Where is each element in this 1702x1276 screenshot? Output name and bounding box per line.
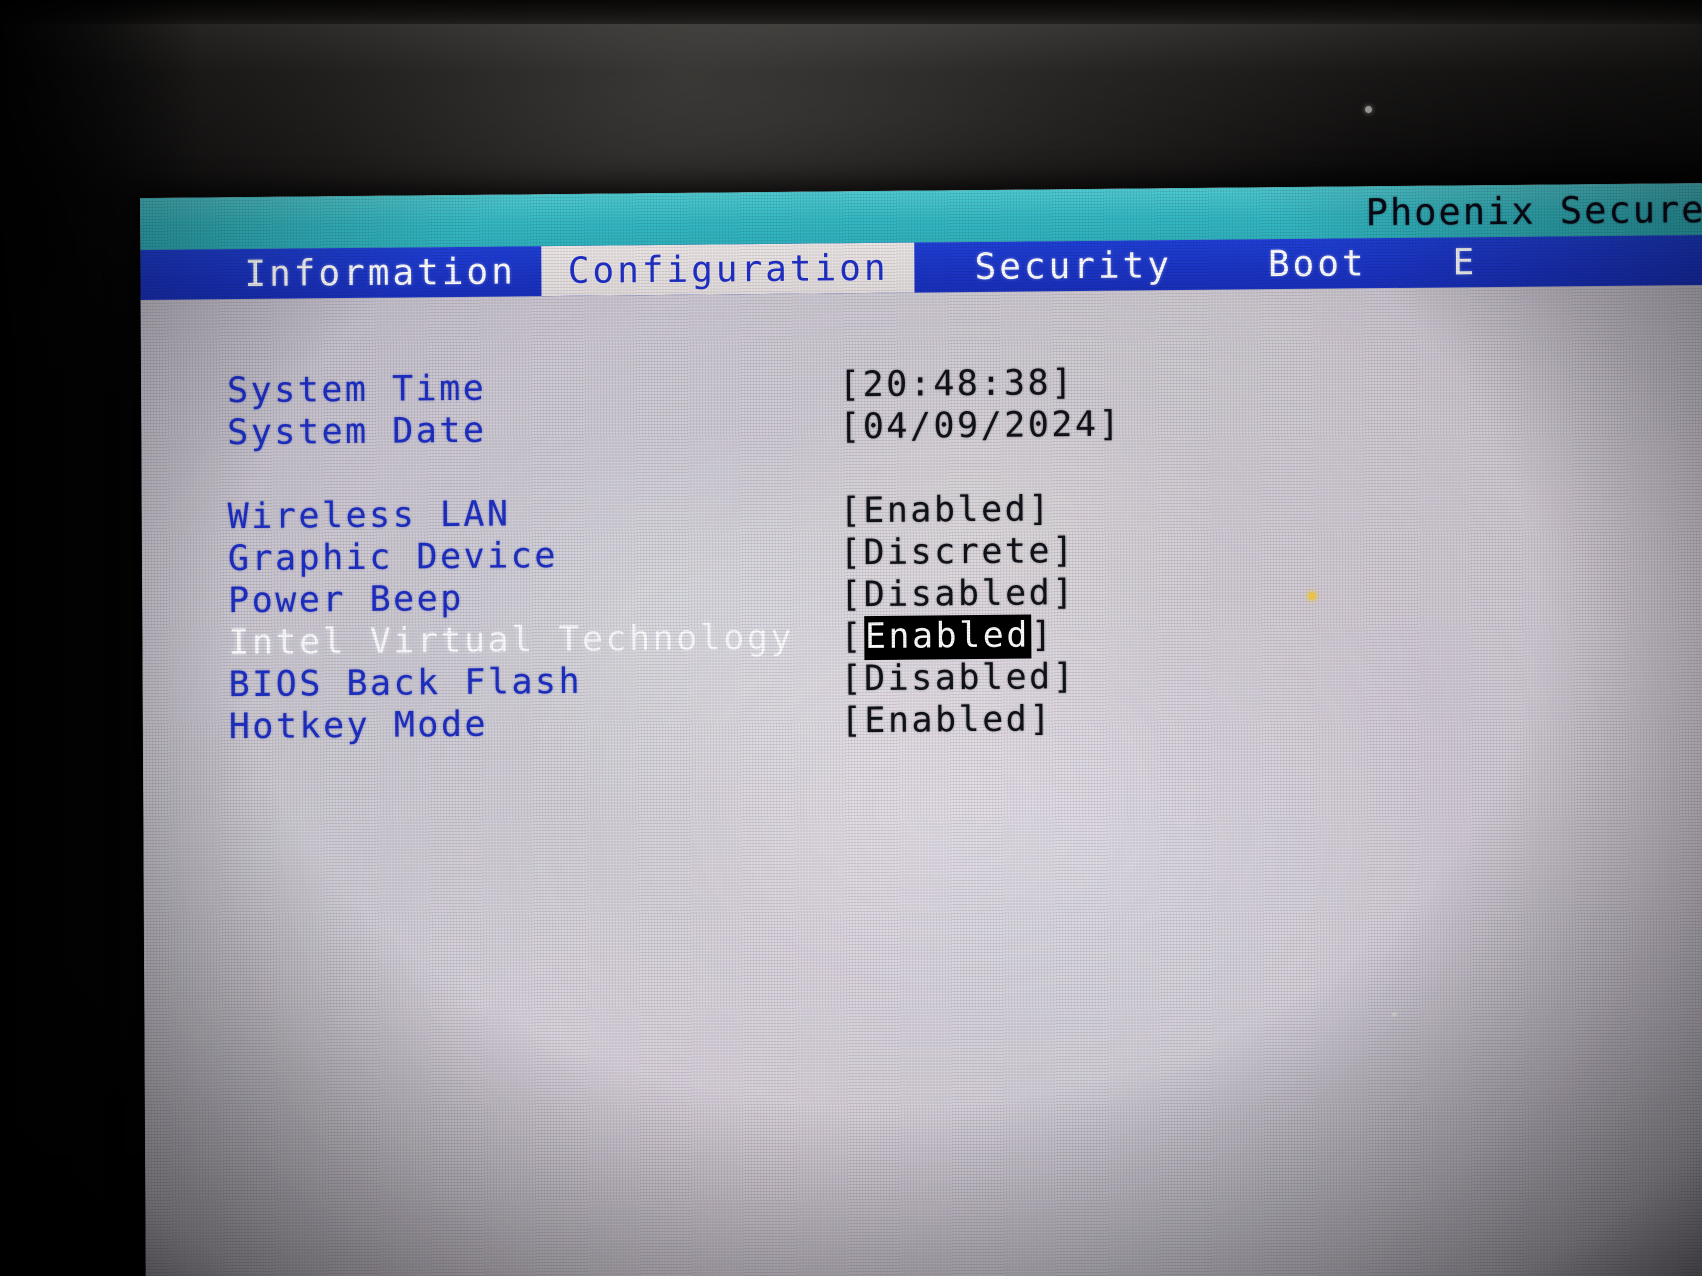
tab-boot[interactable]: Boot (1198, 238, 1393, 290)
bracket-open: [ (840, 617, 864, 658)
setting-label-system-time: System Time (226, 368, 487, 412)
lcd-panel: Phoenix SecureCo Information Configurati… (140, 182, 1702, 1276)
setting-label-power-beep: Power Beep (228, 578, 464, 622)
bracket-close: ] (1051, 531, 1076, 572)
value-text: Enabled (864, 699, 1030, 742)
value-text: Disabled (863, 657, 1053, 700)
value-text: 04/09/2024 (862, 404, 1099, 448)
setting-label-system-date: System Date (227, 410, 487, 454)
setting-value-hotkey-mode[interactable]: [Enabled] (841, 699, 1053, 741)
bracket-close: ] (1052, 657, 1077, 698)
value-text-highlighted[interactable]: Enabled (863, 614, 1032, 661)
bracket-close: ] (1029, 699, 1054, 740)
setting-value-power-beep[interactable]: [Disabled] (840, 573, 1076, 615)
bracket-close: ] (1052, 573, 1076, 614)
bracket-open: [ (839, 407, 863, 448)
bracket-close: ] (1028, 489, 1052, 530)
bracket-open: [ (840, 659, 865, 700)
setting-label-wireless-lan: Wireless LAN (227, 494, 511, 538)
tab-information[interactable]: Information (140, 246, 542, 300)
bios-settings-panel: System Time [20:48:38] System Date [04/0… (141, 285, 1702, 1276)
setting-label-bios-back-flash: BIOS Back Flash (228, 661, 583, 706)
bracket-open: [ (840, 701, 865, 742)
bezel-light-sheen (0, 0, 1702, 190)
setting-label-graphic-device: Graphic Device (227, 536, 558, 580)
bracket-close: ] (1098, 404, 1123, 445)
tab-configuration[interactable]: Configuration (541, 242, 915, 297)
bracket-open: [ (839, 491, 864, 532)
setting-value-intel-virtual-technology[interactable]: [Enabled] (840, 614, 1055, 661)
bracket-close: ] (1030, 615, 1055, 656)
bracket-open: [ (839, 533, 864, 574)
setting-value-graphic-device[interactable]: [Discrete] (840, 531, 1076, 573)
bios-screen: Phoenix SecureCo Information Configurati… (140, 182, 1702, 1276)
setting-value-system-time[interactable]: [20:48:38] (839, 363, 1075, 405)
setting-label-hotkey-mode: Hotkey Mode (228, 704, 489, 748)
value-text: 20:48:38 (862, 363, 1052, 406)
setting-value-bios-back-flash[interactable]: [Disabled] (840, 657, 1076, 699)
bracket-open: [ (839, 575, 864, 616)
value-text: Discrete (863, 531, 1053, 574)
tab-exit[interactable]: E (1392, 237, 1503, 288)
value-text: Disabled (863, 573, 1053, 616)
tab-security[interactable]: Security (914, 240, 1198, 293)
setting-label-intel-virtual-technology: Intel Virtual Technology (228, 617, 795, 664)
bezel-top-edge (0, 0, 1702, 24)
setting-value-system-date[interactable]: [04/09/2024] (839, 405, 1122, 448)
bracket-close: ] (1051, 363, 1075, 404)
bios-screen-photo: Phoenix SecureCo Information Configurati… (0, 0, 1702, 1276)
bracket-open: [ (838, 365, 863, 406)
value-text: Enabled (863, 489, 1029, 532)
bios-title: Phoenix SecureCo (1365, 187, 1702, 234)
setting-value-wireless-lan[interactable]: [Enabled] (840, 489, 1052, 531)
